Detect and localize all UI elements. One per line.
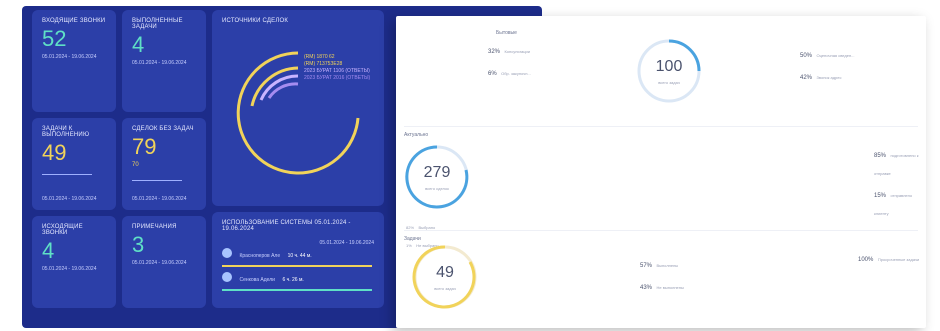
card-date: 05.01.2024 - 19.06.2024 (132, 260, 187, 266)
card-title: сделок без задач (132, 126, 194, 132)
user-avatar (222, 271, 232, 282)
card-value: 3 (132, 232, 145, 257)
card-title: исходящие звонки (42, 224, 83, 236)
legend-item: (RM) 71375ЗЕ28 (304, 61, 343, 67)
top-ring-value: 100 (655, 58, 683, 75)
analytics-panel: Бытовые 32% Консультации 6% Обр. закупоч… (396, 16, 926, 328)
top-right-rows: 50% Оценочная сведен... 42% Звонок адрес (800, 44, 855, 84)
bottom-ring-value: 49 (436, 264, 454, 281)
card-divider (42, 174, 92, 175)
card-value: 49 (42, 140, 67, 165)
user-name: Красноперов Але (239, 253, 281, 259)
bottom-ring-caption: всего задач (434, 286, 456, 291)
user-time: 10 ч. 44 м. (287, 253, 312, 259)
card-subvalue: 70 (132, 162, 139, 168)
bottom-right-rows: 100% Просроченные задачи (858, 248, 919, 266)
user-time: 6 ч. 26 м. (282, 277, 304, 283)
row-text: Звонок адрес (816, 75, 842, 80)
percent: 43% (640, 285, 653, 291)
divider (404, 126, 918, 127)
percent: 100% (858, 257, 874, 263)
divider (404, 230, 918, 231)
card-value: 52 (42, 26, 67, 51)
row-text: Консультации (504, 49, 531, 54)
card-title: входящие звонки (42, 18, 106, 24)
row-text: Оценочная сведен... (816, 53, 855, 58)
percent: 57% (640, 263, 653, 269)
card-value: 4 (132, 32, 145, 57)
card-incoming-calls[interactable]: входящие звонки 52 05.01.2024 - 19.06.20… (32, 10, 116, 112)
percent: 50% (800, 53, 813, 59)
card-system-usage[interactable]: использование системы 05.01.2024 - 19.06… (212, 212, 384, 308)
user-name: Сенкова Адели (239, 277, 275, 283)
top-left-rows: 32% Консультации 6% Обр. закупочн... (488, 40, 531, 80)
usage-row: Сенкова Адели 6 ч. 26 м. (222, 268, 378, 291)
card-notes[interactable]: примечания 3 05.01.2024 - 19.06.2024 (122, 216, 206, 308)
card-value: 79 (132, 134, 157, 159)
usage-bar (222, 265, 372, 267)
row-text: Выполнены (656, 263, 679, 268)
bottom-mid-rows: 57% Выполнены 43% Не выполнены (640, 254, 684, 294)
usage-row: Красноперов Але 10 ч. 44 м. (222, 244, 378, 267)
card-tasks-to-do[interactable]: задачи к выполнению 49 05.01.2024 - 19.0… (32, 118, 116, 210)
row-text: Просроченные задачи (877, 257, 920, 262)
card-title: задачи к выполнению (42, 126, 90, 138)
percent: 85% (874, 153, 887, 159)
card-divider (132, 180, 182, 181)
row-text: Не выполнены (656, 285, 684, 290)
card-date: 05.01.2024 - 19.06.2024 (132, 60, 187, 66)
card-title: выполненные задачи (132, 18, 183, 30)
user-avatar (222, 247, 232, 258)
legend-item: 2023 БУРАТ 2016 (ОТВЕТЫ) (304, 75, 371, 81)
card-date: 05.01.2024 - 19.06.2024 (42, 54, 97, 60)
middle-right-rows: 85% подготовлено к отправке 15% отправле… (874, 144, 926, 220)
card-title: использование системы 05.01.2024 - 19.06… (222, 220, 351, 232)
ring-yellow-inner (250, 66, 299, 107)
card-title: источники сделок (222, 18, 289, 24)
card-deals-no-tasks[interactable]: сделок без задач 79 70 05.01.2024 - 19.0… (122, 118, 206, 210)
card-completed-tasks[interactable]: выполненные задачи 4 05.01.2024 - 19.06.… (122, 10, 206, 112)
card-date: 05.01.2024 - 19.06.2024 (132, 196, 187, 202)
top-ring-caption: всего задач (658, 80, 680, 85)
card-value: 4 (42, 238, 55, 263)
section-label: Бытовые (496, 30, 517, 36)
percent: 42% (800, 75, 813, 81)
card-outgoing-calls[interactable]: исходящие звонки 4 05.01.2024 - 19.06.20… (32, 216, 116, 308)
card-title: примечания (132, 224, 177, 230)
middle-ring-value: 279 (423, 164, 451, 181)
row-text: Обр. закупочн... (501, 71, 531, 76)
percent: 32% (488, 49, 501, 55)
card-deal-sources[interactable]: источники сделок (RM) 1870 62 (RM) 71375… (212, 10, 384, 206)
card-date: 05.01.2024 - 19.06.2024 (42, 266, 97, 272)
middle-ring-caption: всего сделок (425, 186, 449, 191)
section-label: Актуально (404, 132, 429, 138)
card-date: 05.01.2024 - 19.06.2024 (42, 196, 97, 202)
legend-item: (RM) 1870 62 (304, 54, 335, 60)
usage-bar (222, 289, 372, 291)
percent: 15% (874, 193, 887, 199)
legend-item: 2023 БУРАТ 1106 (ОТВЕТЫ) (304, 68, 370, 74)
percent: 6% (488, 71, 497, 77)
